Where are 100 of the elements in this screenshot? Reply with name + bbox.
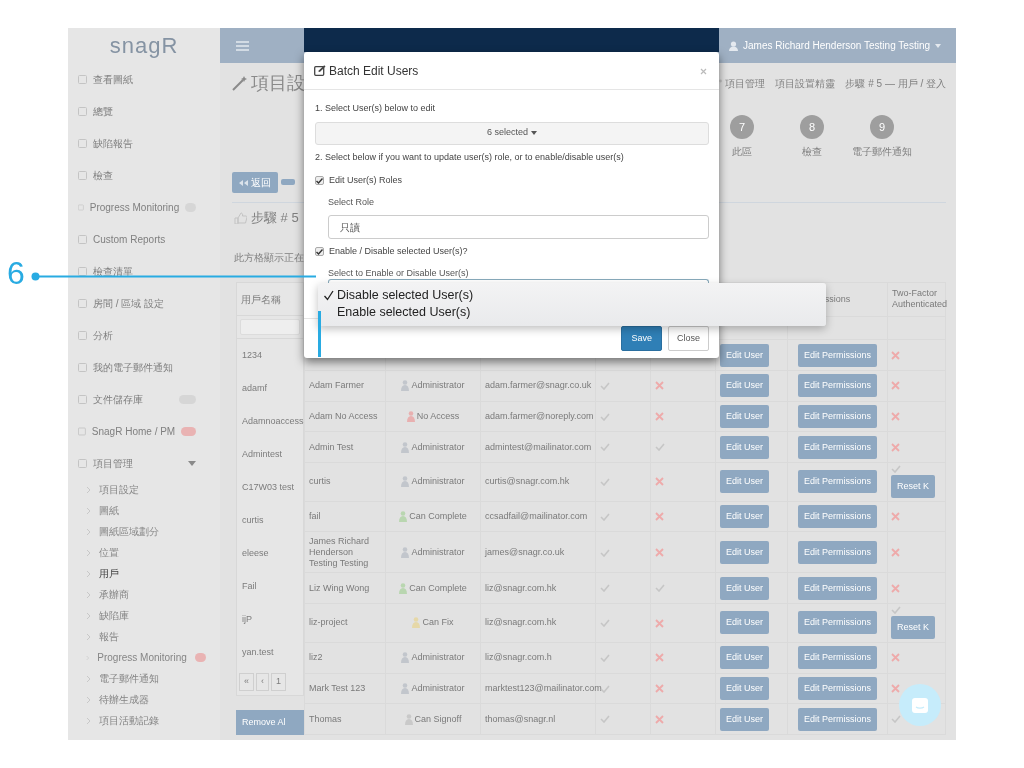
sidebar-item[interactable]: 總覽 — [93, 103, 210, 119]
sidebar-subitem[interactable]: 用戶 — [99, 566, 220, 581]
dropdown-option[interactable]: Disable selected User(s) — [323, 287, 826, 304]
role-label: Can Complete — [409, 511, 467, 523]
edit-permissions-button[interactable]: Edit Permissions — [798, 505, 877, 529]
edit-permissions-button[interactable]: Edit Permissions — [798, 576, 877, 600]
table-cell-text: 1234 — [242, 348, 263, 362]
step-heading: 步驟 # 5 — [251, 209, 299, 228]
edit-user-button[interactable]: Edit User — [720, 404, 769, 428]
user-menu[interactable]: James Richard Henderson Testing Testing — [743, 38, 930, 53]
sidebar-item[interactable]: 檢查 — [93, 167, 210, 183]
table-cell: James Richard Henderson Testing Testing — [309, 535, 370, 568]
role-select[interactable]: 只讀 — [328, 215, 709, 239]
sidebar-item[interactable]: 分析 — [93, 327, 210, 343]
sidebar-subitem[interactable]: Progress Monitoring — [97, 650, 187, 665]
reset-button[interactable]: Reset K — [891, 475, 935, 499]
step-text: 1. Select User(s) below to edit — [315, 102, 437, 115]
role-label: Administrator — [411, 476, 465, 488]
pager-button[interactable]: ‹ — [256, 673, 269, 691]
table-cell: Thomas — [309, 713, 342, 724]
logo[interactable]: snagR — [68, 28, 220, 63]
reset-button[interactable]: Reset K — [891, 616, 935, 640]
checkbox-label: Enable / Disable selected User(s)? — [329, 245, 468, 258]
edit-user-button[interactable]: Edit User — [720, 470, 769, 494]
dropdown-option[interactable]: Enable selected User(s) — [323, 304, 826, 321]
sidebar-item[interactable]: 查看圖紙 — [93, 71, 210, 87]
close-button[interactable]: Close — [668, 325, 709, 352]
step-circle[interactable]: 7 — [730, 115, 754, 139]
sidebar-item[interactable]: 檢查清單 — [93, 263, 210, 279]
role-label: Administrator — [411, 682, 465, 694]
back-button[interactable]: 返回 — [232, 171, 278, 193]
table-cell: ccsadfail@mailinator.com — [485, 511, 588, 522]
step-text: 2. Select below if you want to update user(s) role, or to enable/disable user(s) — [315, 150, 625, 164]
sidebar-item[interactable]: 缺陷報告 — [93, 135, 210, 151]
table-cell-text: Fail — [242, 579, 257, 593]
remove-button[interactable]: Remove Al — [236, 709, 304, 735]
sidebar-item[interactable]: 文件儲存庫 — [93, 391, 173, 407]
field-label: Select to Enable or Disable User(s) — [328, 266, 470, 280]
sidebar-subitem[interactable]: 位置 — [99, 545, 220, 560]
sidebar-subitem[interactable]: 缺陷庫 — [99, 608, 220, 623]
edit-user-button[interactable]: Edit User — [720, 576, 769, 600]
edit-user-button[interactable]: Edit User — [720, 676, 769, 700]
users-select[interactable]: 6 selected — [315, 121, 709, 145]
table-cell: liz@snagr.com.hk — [485, 617, 557, 628]
edit-permissions-button[interactable]: Edit Permissions — [798, 707, 877, 731]
step-circle[interactable]: 9 — [870, 115, 894, 139]
edit-permissions-button[interactable]: Edit Permissions — [798, 646, 877, 670]
column-header: 用戶名稱 — [241, 292, 281, 307]
sidebar-item[interactable]: 項目管理 — [93, 455, 182, 471]
sidebar-item[interactable]: 房間 / 區域 設定 — [93, 295, 210, 311]
edit-user-button[interactable]: Edit User — [720, 343, 769, 367]
breadcrumb-link[interactable]: 步驟 # 5 — 用戶 / 登入 — [845, 75, 946, 91]
role-label: Can Complete — [409, 582, 467, 594]
edit-user-button[interactable]: Edit User — [720, 611, 769, 635]
table-cell-text: eleese — [242, 546, 269, 560]
edit-user-button[interactable]: Edit User — [720, 707, 769, 731]
sidebar-item[interactable]: Progress Monitoring — [89, 199, 180, 215]
sidebar-subitem[interactable]: 圖紙區域劃分 — [99, 524, 220, 539]
edit-user-button[interactable]: Edit User — [720, 505, 769, 529]
edit-user-button[interactable]: Edit User — [720, 435, 769, 459]
step-label: 電子郵件通知 — [852, 145, 912, 159]
pager-button[interactable]: 1 — [271, 673, 287, 691]
table-cell: thomas@snagr.nl — [485, 713, 556, 724]
step-circle[interactable]: 8 — [800, 115, 824, 139]
sidebar-item[interactable]: 我的電子郵件通知 — [93, 359, 210, 375]
table-cell: admintest@mailinator.com — [485, 441, 592, 452]
sidebar-subitem[interactable]: 待辦生成器 — [99, 692, 220, 707]
table-cell-text: C17W03 test — [242, 480, 295, 494]
role-label: Can Signoff — [414, 713, 462, 725]
edit-user-button[interactable]: Edit User — [720, 540, 769, 564]
column-header: ssions — [824, 293, 851, 304]
table-cell: adam.farmer@snagr.co.uk — [485, 380, 592, 391]
edit-permissions-button[interactable]: Edit Permissions — [798, 676, 877, 700]
sidebar-subitem[interactable]: 項目活動記錄 — [99, 713, 220, 728]
breadcrumb-link[interactable]: 項目設置精靈 — [775, 75, 836, 91]
sidebar-item[interactable]: Custom Reports — [93, 231, 210, 247]
table-cell: adam.farmer@noreply.com — [485, 410, 594, 421]
sidebar-subitem[interactable]: 項目設定 — [99, 482, 220, 497]
edit-permissions-button[interactable]: Edit Permissions — [798, 611, 877, 635]
sidebar-subitem[interactable]: 電子郵件通知 — [99, 671, 220, 686]
role-label: No Access — [416, 410, 460, 422]
page-title: 項目設 — [251, 71, 305, 95]
sidebar-subitem[interactable]: 承辦商 — [99, 587, 220, 602]
edit-permissions-button[interactable]: Edit Permissions — [798, 435, 877, 459]
edit-permissions-button[interactable]: Edit Permissions — [798, 404, 877, 428]
edit-permissions-button[interactable]: Edit Permissions — [798, 540, 877, 564]
table-cell-text: yan.test — [242, 645, 274, 659]
breadcrumb-link[interactable]: 項目管理 — [725, 75, 766, 91]
edit-permissions-button[interactable]: Edit Permissions — [798, 343, 877, 367]
column-header: Two-Factor Authenticated — [892, 288, 948, 310]
sidebar-subitem[interactable]: 圖紙 — [99, 503, 220, 518]
edit-permissions-button[interactable]: Edit Permissions — [798, 470, 877, 494]
edit-user-button[interactable]: Edit User — [720, 646, 769, 670]
save-button[interactable]: Save — [621, 325, 662, 352]
edit-user-button[interactable]: Edit User — [720, 374, 769, 398]
sidebar-item[interactable]: SnagR Home / PM — [91, 423, 176, 439]
role-label: Can Fix — [422, 617, 454, 629]
pager-button[interactable]: « — [239, 673, 254, 691]
edit-permissions-button[interactable]: Edit Permissions — [798, 374, 877, 398]
sidebar-subitem[interactable]: 報告 — [99, 629, 220, 644]
